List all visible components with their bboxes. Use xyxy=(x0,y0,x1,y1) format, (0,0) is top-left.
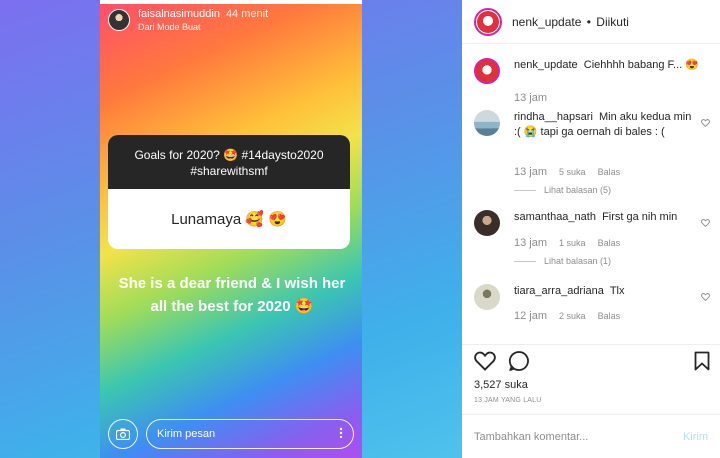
comment-likes[interactable]: 5 suka xyxy=(559,167,586,177)
follow-status[interactable]: Diikuti xyxy=(596,15,629,29)
add-comment-input[interactable]: Tambahkan komentar... xyxy=(474,431,683,443)
reply-button[interactable]: Balas xyxy=(598,167,621,177)
question-text: Goals for 2020? 🤩 #14daysto2020 #sharewi… xyxy=(108,135,350,189)
camera-icon[interactable] xyxy=(108,419,138,449)
comment-likes[interactable]: 1 suka xyxy=(559,238,586,248)
more-vertical-icon[interactable] xyxy=(339,427,343,442)
comments-list: nenk_update Ciehhhh babang F... 😍 13 jam… xyxy=(462,54,720,344)
question-sticker: Goals for 2020? 🤩 #14daysto2020 #sharewi… xyxy=(108,135,350,249)
comment-item: samanthaa_nath First ga nih min 13 jam 1… xyxy=(474,206,714,280)
comment-time[interactable]: 13 jam xyxy=(514,166,547,178)
caption-meta: 13 jam xyxy=(514,92,547,104)
comment-time[interactable]: 12 jam xyxy=(514,310,547,322)
likes-count[interactable]: 3,527 suka xyxy=(474,379,720,391)
comment-username[interactable]: samanthaa_nath xyxy=(514,211,596,223)
comment-avatar[interactable] xyxy=(474,284,500,310)
caption-time[interactable]: 13 jam xyxy=(514,92,547,104)
post-comment-button[interactable]: Kirim xyxy=(683,431,708,443)
view-replies[interactable]: Lihat balasan (5) xyxy=(514,185,611,195)
story-user-info: faisalnasimuddin 44 menit Dari Mode Buat xyxy=(138,8,268,34)
posted-time[interactable]: 13 JAM YANG LALU xyxy=(474,397,720,404)
caption-text: Ciehhhh babang F... 😍 xyxy=(583,59,699,71)
story-username[interactable]: faisalnasimuddin xyxy=(138,8,220,20)
add-comment-bar: Tambahkan komentar... Kirim xyxy=(462,414,720,458)
replies-line xyxy=(514,189,536,191)
comment-username[interactable]: rindha__hapsari xyxy=(514,111,593,123)
post-actions: 3,527 suka 13 JAM YANG LALU xyxy=(462,344,720,414)
comment-time[interactable]: 13 jam xyxy=(514,237,547,249)
comment-meta: 13 jam 1 suka Balas xyxy=(514,237,620,249)
comment-item: tiara_arra_adriana Tlx 12 jam 2 suka Bal… xyxy=(474,280,714,340)
comment-username[interactable]: tiara_arra_adriana xyxy=(514,285,604,297)
caption-item: nenk_update Ciehhhh babang F... 😍 13 jam xyxy=(474,54,714,108)
view-replies-label: Lihat balasan (5) xyxy=(544,185,612,195)
message-placeholder: Kirim pesan xyxy=(157,428,216,440)
comment-avatar[interactable] xyxy=(474,110,500,136)
bookmark-icon[interactable] xyxy=(694,351,710,376)
like-heart-icon[interactable] xyxy=(474,351,496,376)
comment-text: First ga nih min xyxy=(602,211,678,223)
comment-avatar[interactable] xyxy=(474,210,500,236)
story-footer: Kirim pesan xyxy=(108,418,354,450)
comment-text: Tlx xyxy=(609,285,625,297)
owner-username[interactable]: nenk_update xyxy=(512,15,581,29)
background-gradient: faisalnasimuddin 44 menit Dari Mode Buat … xyxy=(0,0,462,458)
caption-avatar[interactable] xyxy=(474,58,500,84)
story-time: 44 menit xyxy=(225,8,269,20)
story-subtitle: Dari Mode Buat xyxy=(138,22,201,32)
comment-likes[interactable]: 2 suka xyxy=(559,311,586,321)
story-progress-bar xyxy=(100,0,362,4)
heart-icon[interactable] xyxy=(701,214,710,232)
action-icons xyxy=(474,345,720,381)
comment-bubble-icon[interactable] xyxy=(508,350,530,377)
view-replies-label: Lihat balasan (1) xyxy=(544,256,612,266)
heart-icon[interactable] xyxy=(701,288,710,306)
comment-body: rindha__hapsari Min aku kedua min :( 😭 t… xyxy=(514,110,692,140)
caption-username[interactable]: nenk_update xyxy=(514,59,578,71)
heart-icon[interactable] xyxy=(701,114,710,132)
reply-button[interactable]: Balas xyxy=(598,238,621,248)
separator-dot: • xyxy=(586,14,591,29)
comment-item: rindha__hapsari Min aku kedua min :( 😭 t… xyxy=(474,106,714,202)
caption-body: nenk_update Ciehhhh babang F... 😍 xyxy=(514,58,714,73)
story-avatar[interactable] xyxy=(108,9,130,31)
owner-avatar-logo xyxy=(477,10,499,33)
owner-avatar[interactable] xyxy=(474,7,502,36)
story-caption: She is a dear friend & I wish her all th… xyxy=(118,275,346,315)
comment-meta: 12 jam 2 suka Balas xyxy=(514,310,620,322)
comment-body: tiara_arra_adriana Tlx xyxy=(514,284,692,299)
comment-meta: 13 jam 5 suka Balas xyxy=(514,166,620,178)
comment-body: samanthaa_nath First ga nih min xyxy=(514,210,692,225)
reply-button[interactable]: Balas xyxy=(598,311,621,321)
story-frame: faisalnasimuddin 44 menit Dari Mode Buat … xyxy=(100,0,362,458)
message-input[interactable]: Kirim pesan xyxy=(146,419,354,449)
post-panel: nenk_update • Diikuti nenk_update Ciehhh… xyxy=(462,0,720,458)
story-header: faisalnasimuddin 44 menit Dari Mode Buat xyxy=(108,8,268,34)
post-header: nenk_update • Diikuti xyxy=(462,0,720,44)
view-replies[interactable]: Lihat balasan (1) xyxy=(514,256,611,266)
owner-line: nenk_update • Diikuti xyxy=(512,15,629,29)
replies-line xyxy=(514,260,536,262)
question-answer: Lunamaya 🥰 😍 xyxy=(171,211,287,228)
story-progress-fill xyxy=(100,0,362,4)
